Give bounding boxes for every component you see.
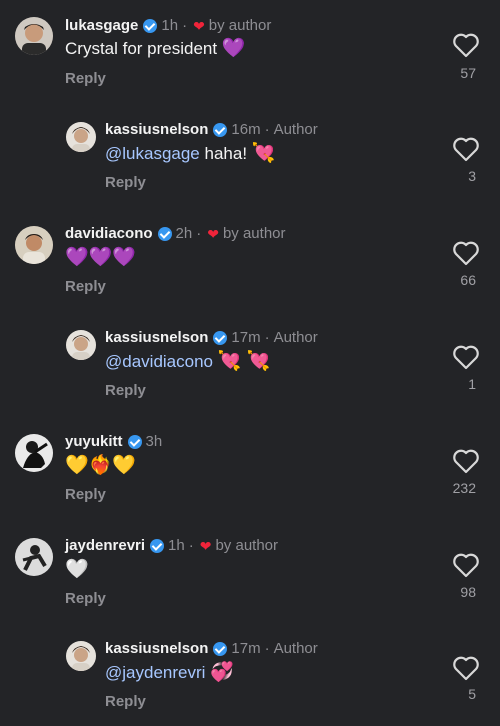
like-heart-icon[interactable] xyxy=(452,240,480,266)
mention-link[interactable]: @davidiacono xyxy=(105,352,213,371)
like-heart-icon[interactable] xyxy=(452,655,480,681)
like-count: 57 xyxy=(460,65,476,81)
reply-button[interactable]: Reply xyxy=(65,278,106,296)
mention-link[interactable]: @lukasgage xyxy=(105,144,200,163)
avatar[interactable] xyxy=(15,434,53,472)
author-tag: Author xyxy=(273,640,318,657)
timestamp: 3h xyxy=(145,433,163,450)
comment-text: 💜💜💜 xyxy=(65,247,136,269)
separator: · xyxy=(182,17,188,34)
timestamp: 16m xyxy=(231,121,261,138)
reply-button[interactable]: Reply xyxy=(65,590,106,608)
emoji: 💘 xyxy=(251,143,276,164)
username[interactable]: kassiusnelson xyxy=(105,121,208,139)
reply-button[interactable]: Reply xyxy=(105,693,146,711)
author-tag: Author xyxy=(273,329,318,346)
like-count: 98 xyxy=(460,584,476,600)
like-heart-icon[interactable] xyxy=(452,344,480,370)
like-heart-icon[interactable] xyxy=(452,448,480,474)
separator: · xyxy=(196,225,202,242)
like-heart-icon[interactable] xyxy=(452,552,480,578)
avatar[interactable] xyxy=(66,122,96,152)
like-count: 1 xyxy=(468,376,476,392)
emoji: 💜 xyxy=(221,38,246,59)
verified-badge-icon xyxy=(143,19,158,33)
separator: · xyxy=(188,537,194,554)
username[interactable]: yuyukitt xyxy=(65,433,123,451)
verified-badge-icon xyxy=(213,642,228,656)
like-heart-icon[interactable] xyxy=(452,32,480,58)
separator: · xyxy=(264,329,270,346)
verified-badge-icon xyxy=(150,539,165,553)
timestamp: 17m xyxy=(231,329,261,346)
by-author-tag: by author xyxy=(222,225,286,242)
username[interactable]: kassiusnelson xyxy=(105,640,208,658)
reply-button[interactable]: Reply xyxy=(65,70,106,88)
comment-text: Crystal for president 💜 xyxy=(65,38,246,59)
author-heart-icon: ❤ xyxy=(207,226,219,242)
username[interactable]: kassiusnelson xyxy=(105,329,208,347)
avatar[interactable] xyxy=(15,226,53,264)
comment-text: 🤍 xyxy=(65,559,89,581)
author-tag: Author xyxy=(273,121,318,138)
emoji: 💘 💘 xyxy=(217,351,271,372)
separator: · xyxy=(264,640,270,657)
timestamp: 1h xyxy=(161,17,179,34)
like-count: 232 xyxy=(452,480,476,496)
emoji: 💞 xyxy=(210,662,234,683)
by-author-tag: by author xyxy=(215,537,279,554)
verified-badge-icon xyxy=(127,435,142,449)
like-count: 66 xyxy=(460,272,476,288)
timestamp: 2h xyxy=(175,225,193,242)
username[interactable]: lukasgage xyxy=(65,17,138,35)
like-heart-icon[interactable] xyxy=(452,136,480,162)
comment-text: @lukasgage haha! 💘 xyxy=(105,143,276,164)
emoji: 💜💜💜 xyxy=(65,247,136,268)
reply-button[interactable]: Reply xyxy=(105,382,146,400)
reply-button[interactable]: Reply xyxy=(65,486,106,504)
by-author-tag: by author xyxy=(208,17,272,34)
comment-text: @davidiacono 💘 💘 xyxy=(105,351,270,373)
separator: · xyxy=(264,121,270,138)
avatar[interactable] xyxy=(66,641,96,671)
author-heart-icon: ❤ xyxy=(199,538,212,554)
like-count: 5 xyxy=(468,686,476,702)
comment-text: 💛❤️‍🔥💛 xyxy=(65,455,136,477)
author-heart-icon: ❤ xyxy=(193,18,205,34)
verified-badge-icon xyxy=(157,227,172,241)
avatar[interactable] xyxy=(15,538,53,576)
username[interactable]: davidiacono xyxy=(65,225,153,243)
reply-button[interactable]: Reply xyxy=(105,174,146,192)
like-count: 3 xyxy=(468,168,476,184)
emoji: 💛❤️‍🔥💛 xyxy=(65,455,136,476)
verified-badge-icon xyxy=(213,331,228,345)
username[interactable]: jaydenrevri xyxy=(65,537,145,555)
mention-link[interactable]: @jaydenrevri xyxy=(105,663,205,682)
comment-text: @jaydenrevri 💞 xyxy=(105,662,234,684)
timestamp: 1h xyxy=(168,537,185,554)
verified-badge-icon xyxy=(213,123,228,137)
avatar[interactable] xyxy=(15,17,53,55)
timestamp: 17m xyxy=(231,640,261,657)
emoji: 🤍 xyxy=(65,559,89,580)
avatar[interactable] xyxy=(66,330,96,360)
